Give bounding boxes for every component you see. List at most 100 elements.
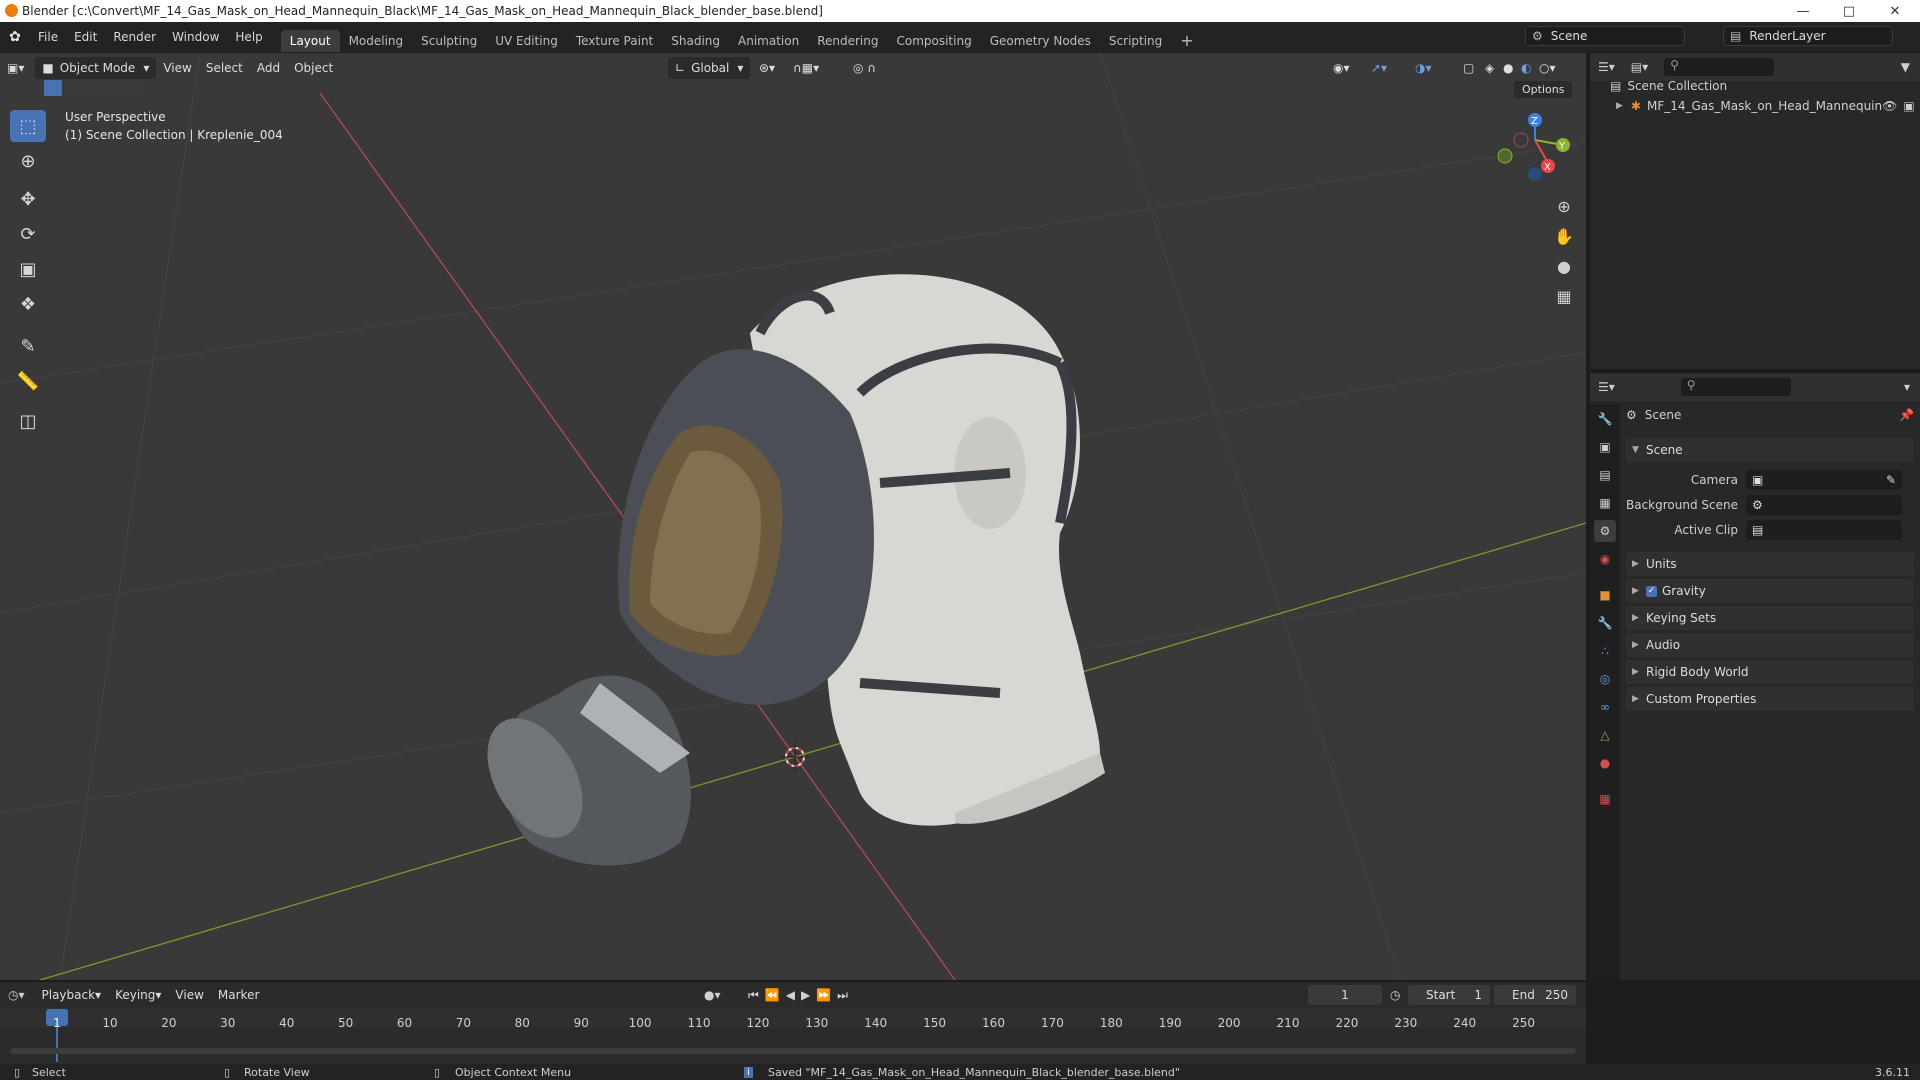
properties-editor-icon[interactable]: ☰▾ bbox=[1598, 380, 1615, 394]
select-intersect-icon[interactable] bbox=[124, 80, 142, 96]
start-frame-field[interactable]: Start 1 bbox=[1408, 985, 1490, 1005]
constraints-tab-icon[interactable]: ∞ bbox=[1594, 696, 1616, 718]
filter-icon[interactable]: ▼ bbox=[1901, 60, 1910, 74]
overlay-toggle-icon[interactable]: ◑▾ bbox=[1408, 57, 1439, 79]
modifier-tab-icon[interactable]: 🔧 bbox=[1594, 612, 1616, 634]
scale-tool-icon[interactable]: ▣ bbox=[10, 253, 46, 285]
measure-tool-icon[interactable]: 📏 bbox=[10, 365, 46, 397]
outliner-item[interactable]: ▶ ✱ MF_14_Gas_Mask_on_Head_Mannequin 👁 ▣ bbox=[1616, 99, 1915, 113]
rigid-body-world-panel[interactable]: ▶ Rigid Body World bbox=[1626, 660, 1914, 684]
menu-add[interactable]: Add bbox=[250, 57, 287, 79]
chevron-down-icon[interactable]: ▾ bbox=[1904, 380, 1910, 394]
playback-menu[interactable]: Playback ▾ bbox=[34, 984, 109, 1006]
move-tool-icon[interactable]: ✥ bbox=[10, 183, 46, 215]
menu-render[interactable]: Render bbox=[105, 30, 164, 44]
physics-tab-icon[interactable]: ◎ bbox=[1594, 668, 1616, 690]
menu-select[interactable]: Select bbox=[199, 57, 250, 79]
mode-selector[interactable]: ■ Object Mode ▾ bbox=[35, 57, 157, 79]
tab-rendering[interactable]: Rendering bbox=[808, 30, 887, 52]
editor-type-icon[interactable]: ▣▾ bbox=[0, 57, 31, 79]
select-difference-icon[interactable] bbox=[104, 80, 122, 96]
cursor-tool-icon[interactable]: ⊕ bbox=[10, 145, 46, 177]
maximize-button[interactable]: □ bbox=[1826, 0, 1872, 22]
camera-render-icon[interactable]: ▣ bbox=[1903, 99, 1914, 113]
clock-icon[interactable]: ◷ bbox=[1390, 988, 1400, 1002]
eye-icon[interactable]: 👁 bbox=[1882, 99, 1897, 113]
gravity-panel[interactable]: ▶ ✓ Gravity bbox=[1626, 579, 1914, 603]
end-frame-field[interactable]: End 250 bbox=[1494, 985, 1576, 1005]
menu-view[interactable]: View bbox=[156, 57, 198, 79]
active-clip-field[interactable]: ▤ bbox=[1746, 520, 1902, 540]
particles-tab-icon[interactable]: ∴ bbox=[1594, 640, 1616, 662]
eyedropper-icon[interactable]: ✎ bbox=[1886, 473, 1896, 487]
camera-field[interactable]: ▣ ✎ bbox=[1746, 470, 1902, 490]
gizmo-toggle-icon[interactable]: ➚▾ bbox=[1364, 57, 1394, 79]
output-tab-icon[interactable]: ▤ bbox=[1594, 464, 1616, 486]
texture-tab-icon[interactable]: ▦ bbox=[1594, 788, 1616, 810]
material-tab-icon[interactable]: ● bbox=[1594, 752, 1616, 774]
options-button[interactable]: Options bbox=[1514, 81, 1573, 98]
visibility-icon[interactable]: ◉▾ bbox=[1326, 57, 1357, 79]
3d-viewport[interactable]: Z Y X User Perspective (1) Scene Collect… bbox=[0, 53, 1586, 980]
units-panel[interactable]: ▶ Units bbox=[1626, 552, 1914, 576]
gravity-checkbox[interactable]: ✓ bbox=[1646, 585, 1657, 597]
pivot-icon[interactable]: ⊛▾ bbox=[752, 57, 782, 79]
tab-shading[interactable]: Shading bbox=[662, 30, 729, 52]
view-layer-selector[interactable]: ▤ RenderLayer bbox=[1723, 26, 1893, 46]
camera-view-icon[interactable]: ● bbox=[1551, 253, 1577, 279]
display-mode-icon[interactable]: ▤▾ bbox=[1631, 60, 1648, 74]
timeline-editor-icon[interactable]: ◷▾ bbox=[8, 988, 25, 1002]
annotate-tool-icon[interactable]: ✎ bbox=[10, 330, 46, 362]
menu-edit[interactable]: Edit bbox=[66, 30, 105, 44]
data-tab-icon[interactable]: △ bbox=[1594, 724, 1616, 746]
tab-modeling[interactable]: Modeling bbox=[340, 30, 413, 52]
playback-controls[interactable]: ⏮⏪◀▶⏩⏭ bbox=[748, 988, 854, 1003]
tab-geometry-nodes[interactable]: Geometry Nodes bbox=[981, 30, 1100, 52]
tab-sculpting[interactable]: Sculpting bbox=[412, 30, 486, 52]
proportional-edit-icon[interactable]: ◎ ∩ bbox=[846, 57, 883, 79]
ortho-grid-icon[interactable]: ▦ bbox=[1551, 283, 1577, 309]
background-scene-field[interactable]: ⚙ bbox=[1746, 495, 1902, 515]
menu-window[interactable]: Window bbox=[164, 30, 227, 44]
minimize-button[interactable]: — bbox=[1780, 0, 1826, 22]
menu-help[interactable]: Help bbox=[227, 30, 270, 44]
rotate-tool-icon[interactable]: ⟳ bbox=[10, 218, 46, 250]
timeline-scrollbar[interactable] bbox=[10, 1048, 1576, 1054]
tab-animation[interactable]: Animation bbox=[729, 30, 808, 52]
record-icon[interactable]: ●▾ bbox=[704, 988, 721, 1002]
tab-scripting[interactable]: Scripting bbox=[1100, 30, 1171, 52]
scene-selector[interactable]: ⚙ Scene bbox=[1525, 26, 1685, 46]
tool-tab-icon[interactable]: 🔧 bbox=[1594, 408, 1616, 430]
keying-sets-panel[interactable]: ▶ Keying Sets bbox=[1626, 606, 1914, 630]
marker-menu[interactable]: Marker bbox=[211, 984, 266, 1006]
select-extend-icon[interactable] bbox=[64, 80, 82, 96]
custom-properties-panel[interactable]: ▶ Custom Properties bbox=[1626, 687, 1914, 711]
add-workspace-icon[interactable]: + bbox=[1171, 30, 1202, 52]
current-frame-field[interactable]: 1 bbox=[1308, 985, 1382, 1005]
outliner-search-input[interactable]: ⚲ bbox=[1664, 58, 1775, 76]
render-tab-icon[interactable]: ▣ bbox=[1594, 436, 1616, 458]
world-tab-icon[interactable]: ◉ bbox=[1594, 548, 1616, 570]
pan-hand-icon[interactable]: ✋ bbox=[1551, 223, 1577, 249]
select-box-tool-icon[interactable]: ⬚ bbox=[10, 110, 46, 142]
zoom-icon[interactable]: ⊕ bbox=[1551, 193, 1577, 219]
transform-tool-icon[interactable]: ❖ bbox=[10, 288, 46, 320]
properties-search-input[interactable]: ⚲ bbox=[1680, 378, 1791, 396]
select-new-icon[interactable] bbox=[44, 80, 62, 96]
timeline-view-menu[interactable]: View bbox=[168, 984, 210, 1006]
menu-object[interactable]: Object bbox=[287, 57, 340, 79]
outliner-root[interactable]: ▤ Scene Collection bbox=[1610, 79, 1727, 93]
tab-compositing[interactable]: Compositing bbox=[887, 30, 980, 52]
keying-menu[interactable]: Keying ▾ bbox=[108, 984, 169, 1006]
scene-section-header[interactable]: ▼ Scene bbox=[1626, 438, 1914, 462]
tab-layout[interactable]: Layout bbox=[280, 30, 340, 52]
snap-icon[interactable]: ∩▦▾ bbox=[786, 57, 826, 79]
view-layer-tab-icon[interactable]: ▦ bbox=[1594, 492, 1616, 514]
select-subtract-icon[interactable] bbox=[84, 80, 102, 96]
expand-arrow-icon[interactable]: ▶ bbox=[1616, 101, 1623, 111]
add-cube-tool-icon[interactable]: ◫ bbox=[10, 405, 46, 437]
audio-panel[interactable]: ▶ Audio bbox=[1626, 633, 1914, 657]
pin-icon[interactable]: 📌 bbox=[1899, 408, 1914, 422]
close-button[interactable]: ✕ bbox=[1872, 0, 1918, 22]
axis-gizmo[interactable]: Z Y X bbox=[1497, 113, 1570, 181]
